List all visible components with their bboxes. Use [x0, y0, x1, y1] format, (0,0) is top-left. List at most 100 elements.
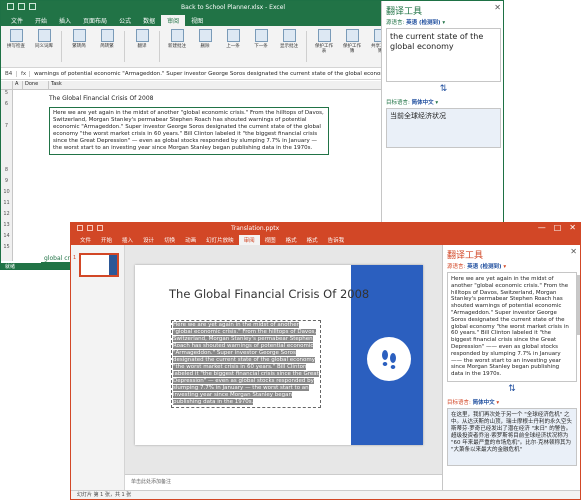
column-header-done[interactable]: Done [23, 81, 49, 89]
row-header[interactable]: 13 [1, 222, 12, 233]
close-button[interactable]: ✕ [569, 223, 576, 232]
maximize-button[interactable]: □ [554, 223, 562, 232]
ppt-title-bar: Translation.pptx — □ ✕ [71, 223, 580, 235]
row-header[interactable]: 8 [1, 167, 12, 178]
fx-icon[interactable]: fx [21, 70, 31, 77]
thesaurus-button[interactable]: 同义词库 [33, 29, 55, 64]
chevron-down-icon[interactable]: ▾ [442, 20, 445, 26]
slide-canvas[interactable]: The Global Financial Crisis Of 2008 Here… [135, 265, 423, 445]
source-text-box[interactable]: Here we are yet again in the midst of an… [447, 272, 577, 382]
delete-icon [198, 29, 212, 42]
tab-file[interactable]: 文件 [75, 235, 96, 245]
tab-transitions[interactable]: 切换 [159, 235, 180, 245]
chevron-down-icon[interactable]: ▾ [435, 100, 438, 106]
translator-header: 翻译工具 ✕ [443, 245, 580, 261]
source-language-label: 源语言: [447, 264, 466, 270]
target-language-label: 目标语言: [447, 400, 471, 406]
source-language-dropdown[interactable]: 英语 (检测到) [406, 20, 440, 26]
name-box[interactable]: B4 [5, 70, 17, 77]
slide-thumbnail[interactable]: 1 [73, 253, 119, 277]
save-icon[interactable] [7, 3, 14, 10]
tab-home[interactable]: 开始 [29, 15, 53, 26]
slide-editor: The Global Financial Crisis Of 2008 Here… [125, 245, 442, 474]
tab-view[interactable]: 视图 [185, 15, 209, 26]
powerpoint-window: Translation.pptx — □ ✕ 文件 开始 插入 设计 切换 动画… [70, 222, 581, 500]
scrollbar[interactable] [577, 275, 580, 335]
convert-icon [72, 29, 86, 42]
next-comment-button[interactable]: 下一条 [250, 29, 272, 64]
spellcheck-button[interactable]: 拼写检查 [5, 29, 27, 64]
slide-title[interactable]: The Global Financial Crisis Of 2008 [169, 287, 369, 301]
tab-review[interactable]: 审阅 [238, 235, 260, 245]
comment-icon [170, 29, 184, 42]
undo-icon[interactable] [87, 225, 93, 231]
convert-simp-trad-button[interactable]: 简转繁 [96, 29, 118, 64]
target-language-dropdown[interactable]: 简体中文 [473, 400, 495, 406]
row-header[interactable]: 5 [1, 90, 12, 101]
prev-icon [226, 29, 240, 42]
row-headers: 5 6 7 8 9 10 11 12 13 14 15 [1, 90, 13, 261]
row-header[interactable]: 7 [1, 123, 12, 167]
tab-home[interactable]: 开始 [96, 235, 117, 245]
protect-sheet-button[interactable]: 保护工作表 [313, 29, 335, 64]
quick-access-toolbar [77, 225, 103, 231]
tab-page-layout[interactable]: 页面布局 [77, 15, 113, 26]
prev-comment-button[interactable]: 上一条 [222, 29, 244, 64]
row-header[interactable]: 14 [1, 233, 12, 244]
column-header-task[interactable]: Task [49, 81, 386, 89]
row-header[interactable]: 12 [1, 211, 12, 222]
delete-comment-button[interactable]: 删除 [194, 29, 216, 64]
tab-review[interactable]: 审阅 [161, 15, 186, 26]
redo-icon[interactable] [97, 225, 103, 231]
tab-formulas[interactable]: 公式 [113, 15, 137, 26]
new-comment-button[interactable]: 新建批注 [166, 29, 188, 64]
tab-format[interactable]: 格式 [281, 235, 302, 245]
target-language-dropdown[interactable]: 简体中文 [412, 100, 434, 106]
divider [306, 31, 307, 62]
minimize-button[interactable]: — [538, 223, 546, 232]
row-header[interactable]: 6 [1, 101, 12, 123]
tab-data[interactable]: 数据 [137, 15, 161, 26]
cell-selected-text[interactable]: Here we are yet again in the midst of an… [49, 107, 329, 155]
convert-icon [100, 29, 114, 42]
column-header-a[interactable]: A [13, 81, 23, 89]
divider [61, 31, 62, 62]
redo-icon[interactable] [29, 3, 36, 10]
tab-animations[interactable]: 动画 [180, 235, 201, 245]
tab-tell-me[interactable]: 告诉我 [323, 235, 350, 245]
column-headers: A Done Task [1, 81, 386, 90]
protect-workbook-button[interactable]: 保护工作簿 [341, 29, 363, 64]
tab-insert[interactable]: 插入 [117, 235, 138, 245]
show-comment-button[interactable]: 显示批注 [278, 29, 300, 64]
tab-file[interactable]: 文件 [5, 15, 29, 26]
translator-header: 翻译工具 ✕ [382, 1, 503, 17]
tab-insert[interactable]: 插入 [53, 15, 77, 26]
tab-design[interactable]: 设计 [138, 235, 159, 245]
row-header[interactable]: 15 [1, 244, 12, 255]
close-icon[interactable]: ✕ [570, 247, 577, 256]
close-icon[interactable]: ✕ [494, 3, 501, 12]
swap-languages-icon[interactable]: ⇅ [443, 384, 580, 394]
source-text-box[interactable]: the current state of the global economy [386, 28, 501, 82]
select-all-corner[interactable] [1, 81, 13, 89]
selected-text[interactable]: Here we are yet again in the midst of an… [173, 322, 319, 405]
chevron-down-icon[interactable]: ▾ [496, 400, 499, 406]
cell-title[interactable]: The Global Financial Crisis Of 2008 [49, 95, 153, 102]
undo-icon[interactable] [18, 3, 25, 10]
target-text-box: 当前全球经济状况 [386, 108, 501, 148]
row-header[interactable]: 10 [1, 189, 12, 200]
source-language-dropdown[interactable]: 英语 (检测到) [467, 264, 501, 270]
tab-view[interactable]: 视图 [260, 235, 281, 245]
translate-button[interactable]: 翻译 [131, 29, 153, 64]
tab-format-2[interactable]: 格式 [302, 235, 323, 245]
chevron-down-icon[interactable]: ▾ [503, 264, 506, 270]
notes-pane[interactable]: 单击此处添加备注 [125, 474, 442, 490]
row-header[interactable]: 11 [1, 200, 12, 211]
translator-title: 翻译工具 [447, 251, 484, 261]
slide-textbox[interactable]: Here we are yet again in the midst of an… [171, 320, 321, 408]
swap-languages-icon[interactable]: ⇅ [382, 84, 503, 94]
tab-slideshow[interactable]: 幻灯片放映 [201, 235, 239, 245]
row-header[interactable]: 9 [1, 178, 12, 189]
save-icon[interactable] [77, 225, 83, 231]
convert-trad-simp-button[interactable]: 繁转简 [68, 29, 90, 64]
